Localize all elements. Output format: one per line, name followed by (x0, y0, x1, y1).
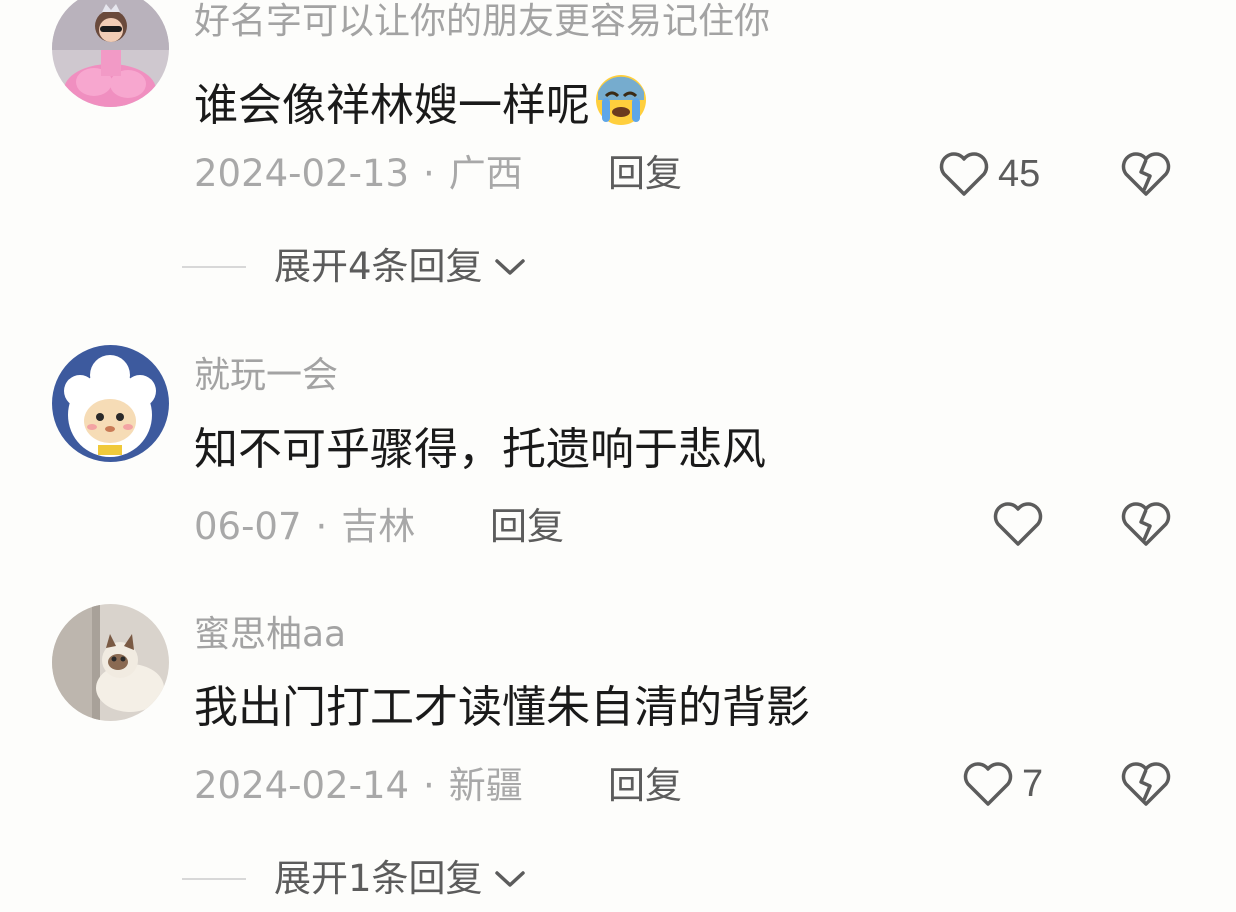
comment-item: 蜜思柚aa 我出门打工才读懂朱自清的背影 2024-02-14 · 新疆 回复 7 … (0, 600, 1236, 912)
reply-button[interactable]: 回复 (608, 767, 682, 804)
broken-heart-icon (1121, 502, 1171, 546)
comment-item: 好名字可以让你的朋友更容易记住你 谁会像祥林嫂一样呢 2024-02-13 · 广西… (0, 0, 1236, 300)
avatar-image (52, 604, 169, 721)
comment-item: 就玩一会 知不可乎骤得，托遗响于悲风 06-07 · 吉林 回复 (0, 340, 1236, 580)
comment-text-body: 知不可乎骤得，托遗响于悲风 (194, 424, 766, 475)
chevron-down-icon (494, 258, 525, 275)
heart-outline-icon (939, 152, 989, 196)
comment-text-body: 谁会像祥林嫂一样呢 (194, 80, 590, 131)
comment-meta: 2024-02-14 · 新疆 (194, 767, 523, 804)
comment-text: 知不可乎骤得，托遗响于悲风 (194, 428, 766, 472)
meta-separator: · (423, 764, 435, 807)
loudly-crying-emoji-icon (592, 74, 650, 134)
comment-text-body: 我出门打工才读懂朱自清的背影 (194, 682, 810, 733)
dislike-button[interactable] (1120, 760, 1172, 808)
meta-separator: · (423, 152, 435, 195)
dislike-button[interactable] (1120, 500, 1172, 548)
like-count: 7 (1022, 763, 1044, 805)
expand-replies-label: 展开1条回复 (274, 857, 483, 900)
like-button[interactable]: 45 (938, 150, 1040, 198)
avatar[interactable] (52, 604, 169, 721)
comment-date: 06-07 (194, 505, 302, 548)
like-button[interactable] (992, 500, 1052, 548)
expand-divider (182, 265, 246, 268)
expand-replies-button[interactable]: 展开4条回复 (182, 248, 527, 285)
expand-replies-button[interactable]: 展开1条回复 (182, 860, 527, 897)
like-button[interactable]: 7 (962, 760, 1043, 808)
username[interactable]: 蜜思柚aa (194, 617, 346, 653)
comment-date: 2024-02-14 (194, 764, 410, 807)
comment-meta: 06-07 · 吉林 (194, 508, 415, 545)
comment-location: 新疆 (448, 764, 523, 807)
broken-heart-icon (1121, 152, 1171, 196)
avatar[interactable] (52, 345, 169, 462)
comment-list: 好名字可以让你的朋友更容易记住你 谁会像祥林嫂一样呢 2024-02-13 · 广西… (0, 0, 1236, 912)
username[interactable]: 好名字可以让你的朋友更容易记住你 (194, 4, 770, 40)
avatar[interactable] (52, 0, 169, 107)
comment-location: 吉林 (341, 505, 416, 548)
expand-replies-label: 展开4条回复 (274, 245, 483, 288)
meta-separator: · (315, 505, 328, 548)
comment-meta: 2024-02-13 · 广西 (194, 155, 523, 192)
comment-location: 广西 (448, 152, 523, 195)
reply-button[interactable]: 回复 (490, 508, 564, 545)
comment-text: 我出门打工才读懂朱自清的背影 (194, 686, 810, 730)
username[interactable]: 就玩一会 (194, 358, 338, 394)
broken-heart-icon (1121, 762, 1171, 806)
comment-date: 2024-02-13 (194, 152, 410, 195)
dislike-button[interactable] (1120, 150, 1172, 198)
heart-outline-icon (993, 502, 1043, 546)
comment-text: 谁会像祥林嫂一样呢 (194, 74, 650, 134)
heart-outline-icon (963, 762, 1013, 806)
avatar-image (52, 0, 169, 107)
avatar-image (52, 345, 169, 462)
expand-divider (182, 877, 246, 880)
like-count: 45 (998, 153, 1041, 195)
chevron-down-icon (494, 870, 525, 887)
reply-button[interactable]: 回复 (608, 155, 682, 192)
